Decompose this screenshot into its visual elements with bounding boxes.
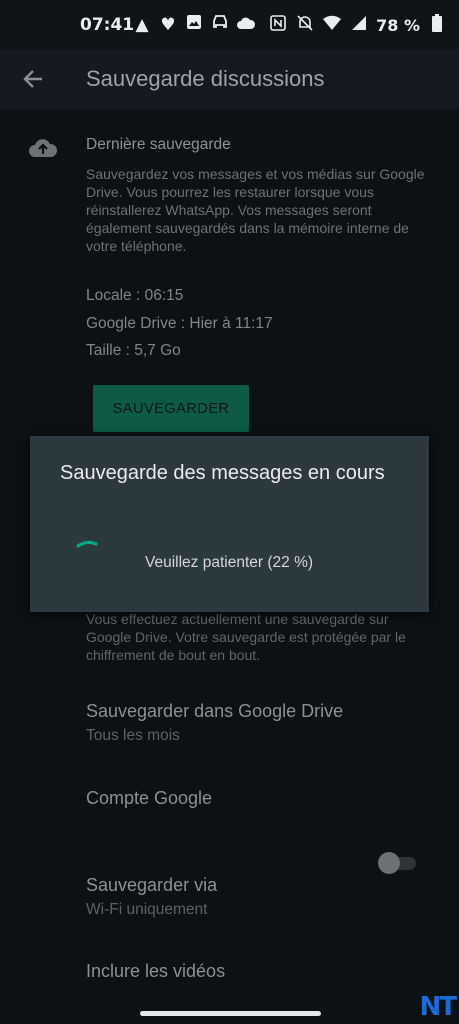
setting-google-account[interactable]: Compte Google (86, 788, 212, 809)
setting-include-videos[interactable]: Inclure les vidéos (86, 961, 225, 982)
setting-backup-to-drive[interactable]: Sauvegarder dans Google Drive (86, 701, 343, 722)
include-videos-toggle[interactable] (378, 852, 418, 874)
local-backup-time: Locale : 06:15 (86, 287, 184, 304)
status-bar: 07:41 ▲ ♥ 78 % (0, 0, 459, 50)
wifi-icon (322, 15, 342, 36)
signal-icon (349, 15, 369, 36)
page-title: Sauvegarde discussions (86, 66, 325, 91)
battery-icon (427, 14, 447, 37)
heart-icon: ♥ (160, 14, 176, 35)
nfc-icon (268, 15, 288, 36)
system-icons: 78 % (268, 14, 447, 37)
backup-progress-dialog: Sauvegarde des messages en cours Veuille… (30, 436, 429, 612)
backup-size: Taille : 5,7 Go (86, 342, 181, 359)
gallery-icon (184, 14, 204, 35)
toggle-thumb (378, 852, 400, 874)
cloud-icon (236, 15, 256, 35)
save-button[interactable]: SAUVEGARDER (93, 385, 249, 432)
mute-icon (295, 14, 315, 37)
status-time: 07:41 (80, 15, 135, 35)
setting-backup-via[interactable]: Sauvegarder via (86, 875, 217, 896)
dialog-progress-message: Veuillez patienter (22 %) (145, 554, 314, 571)
battery-level: 78 % (376, 16, 420, 35)
setting-network-type: Wi-Fi uniquement (86, 901, 208, 918)
encryption-note: Vous effectuez actuellement une sauvegar… (86, 611, 406, 663)
watermark-logo: NT (419, 992, 457, 1022)
setting-backup-frequency: Tous les mois (86, 727, 180, 744)
arrow-left-icon[interactable] (20, 65, 48, 93)
backup-description: Sauvegardez vos messages et vos médias s… (86, 166, 425, 254)
progress-spinner-icon (76, 536, 98, 548)
dialog-title: Sauvegarde des messages en cours (60, 462, 385, 484)
navigation-handle[interactable] (140, 1011, 321, 1016)
last-backup-heading: Dernière sauvegarde (86, 136, 231, 153)
google-drive-backup-time: Google Drive : Hier à 11:17 (86, 315, 273, 332)
navigation-arrow-icon: ▲ (135, 14, 149, 35)
app-toolbar: Sauvegarde discussions (0, 50, 459, 110)
notification-icons: ▲ ♥ (132, 14, 256, 35)
car-icon (210, 14, 230, 35)
cloud-upload-icon (28, 136, 58, 158)
